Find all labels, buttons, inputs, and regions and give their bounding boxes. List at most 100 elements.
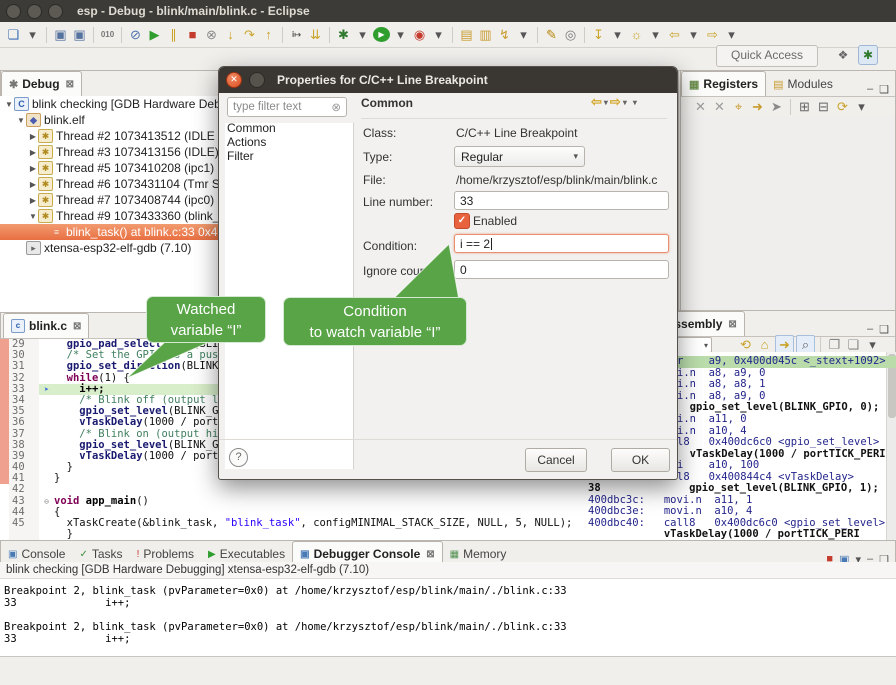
- dialog-nav-item-filter[interactable]: Filter: [227, 149, 351, 163]
- drop-to-frame-icon[interactable]: ⇊: [307, 26, 324, 44]
- run-icon[interactable]: ▶: [373, 27, 390, 42]
- back-icon[interactable]: ⇦: [666, 26, 683, 44]
- binary-file-icon[interactable]: 010: [99, 26, 116, 44]
- ok-button[interactable]: OK: [611, 448, 670, 472]
- last-edit-location-icon[interactable]: ↧: [590, 26, 607, 44]
- debug-icon[interactable]: ✱: [335, 26, 352, 44]
- skip-breakpoints-icon[interactable]: ⊘: [127, 26, 144, 44]
- tab-blink-c[interactable]: c blink.c ⊠: [3, 313, 89, 338]
- type-dropdown[interactable]: Regular ▾: [454, 146, 585, 167]
- dialog-nav-item-actions[interactable]: Actions: [227, 135, 351, 149]
- tab-registers[interactable]: ▦Registers: [681, 71, 766, 96]
- window-close-button[interactable]: [6, 4, 21, 19]
- clear-filter-icon[interactable]: ⊗: [331, 100, 341, 114]
- thr-icon: ✱: [38, 145, 53, 159]
- last-edit-dropdown-icon[interactable]: ▾: [609, 26, 626, 44]
- flash-dropdown-icon[interactable]: ▾: [515, 26, 532, 44]
- tab-modules[interactable]: ▤Modules: [766, 72, 840, 96]
- run-dropdown-icon[interactable]: ▾: [392, 26, 409, 44]
- lightbulb-icon[interactable]: ☼: [628, 26, 645, 44]
- chevron-down-icon[interactable]: ▾: [704, 341, 708, 350]
- toolbar-separator: [452, 27, 453, 43]
- view-menu-icon[interactable]: ▾: [633, 98, 637, 107]
- maximize-icon[interactable]: ❑: [879, 83, 889, 96]
- remove-all-icon[interactable]: ✕: [711, 98, 728, 116]
- lightbulb-dropdown-icon[interactable]: ▾: [647, 26, 664, 44]
- back-dropdown-icon[interactable]: ▾: [604, 98, 608, 107]
- close-icon[interactable]: ⊠: [66, 79, 74, 90]
- enabled-checkbox[interactable]: ✓: [454, 213, 470, 229]
- terminate-icon[interactable]: ■: [184, 26, 201, 44]
- minimize-icon[interactable]: –: [867, 83, 873, 96]
- goto-address-icon[interactable]: ➜: [749, 98, 766, 116]
- new-wizard-icon[interactable]: ❏: [5, 26, 22, 44]
- forward-dropdown-icon[interactable]: ▾: [623, 98, 627, 107]
- callout-text: Condition: [284, 301, 466, 322]
- select-pointer-icon[interactable]: ➤: [768, 98, 785, 116]
- step-into-icon[interactable]: ↓: [222, 26, 239, 44]
- view-menu-icon[interactable]: ▾: [853, 98, 870, 116]
- pin-editor-icon[interactable]: ◎: [562, 26, 579, 44]
- save-icon[interactable]: ▣: [52, 26, 69, 44]
- disassembly-scrollbar[interactable]: [886, 352, 896, 540]
- tree-expand-icon[interactable]: ▼: [16, 116, 26, 125]
- resume-icon[interactable]: ▶: [146, 26, 163, 44]
- debug-perspective-icon[interactable]: ✱: [858, 45, 878, 65]
- tree-expand-icon[interactable]: ▶: [28, 148, 38, 157]
- dialog-minimize-button[interactable]: [249, 72, 265, 88]
- open-folder-icon[interactable]: ▤: [458, 26, 475, 44]
- mark-occurrences-icon[interactable]: ✎: [543, 26, 560, 44]
- refresh-icon[interactable]: ⟳: [834, 98, 851, 116]
- dialog-filter-input[interactable]: type filter text ⊗: [227, 97, 347, 117]
- dialog-close-button[interactable]: ✕: [226, 72, 242, 88]
- close-icon[interactable]: ⊠: [728, 319, 736, 330]
- console-output[interactable]: Breakpoint 2, blink_task (pvParameter=0x…: [0, 578, 896, 663]
- open-perspective-icon[interactable]: ❖: [834, 46, 852, 64]
- dialog-nav-item-common[interactable]: Common: [227, 121, 351, 135]
- forward-icon[interactable]: ⇨: [704, 26, 721, 44]
- forward-icon[interactable]: ⇨: [610, 94, 621, 110]
- help-button[interactable]: ?: [229, 448, 248, 467]
- flash-icon[interactable]: ↯: [496, 26, 513, 44]
- disconnect-icon[interactable]: ⊗: [203, 26, 220, 44]
- add-watchpoint-icon[interactable]: ⌖: [730, 98, 747, 116]
- step-over-icon[interactable]: ↷: [241, 26, 258, 44]
- tab-label: Tasks: [92, 547, 123, 561]
- close-icon[interactable]: ⊠: [73, 321, 81, 332]
- remove-selected-icon[interactable]: ✕: [692, 98, 709, 116]
- back-dropdown-icon[interactable]: ▾: [685, 26, 702, 44]
- close-icon[interactable]: ⊠: [426, 549, 434, 560]
- step-return-icon[interactable]: ↑: [260, 26, 277, 44]
- expand-all-icon[interactable]: ⊞: [796, 98, 813, 116]
- tab-debug[interactable]: ✱ Debug ⊠: [1, 71, 82, 96]
- forward-dropdown-icon[interactable]: ▾: [723, 26, 740, 44]
- ignore-count-field[interactable]: 0: [454, 260, 669, 279]
- tree-expand-icon[interactable]: ▶: [28, 164, 38, 173]
- tree-expand-icon[interactable]: ▶: [28, 132, 38, 141]
- collapse-all-icon[interactable]: ⊟: [815, 98, 832, 116]
- cancel-button[interactable]: Cancel: [525, 448, 587, 472]
- debug-dropdown-icon[interactable]: ▾: [354, 26, 371, 44]
- window-maximize-button[interactable]: [48, 4, 63, 19]
- external-tools-dropdown-icon[interactable]: ▾: [430, 26, 447, 44]
- line-number: 36: [9, 417, 39, 428]
- tree-expand-icon[interactable]: ▼: [28, 212, 38, 221]
- external-tools-icon[interactable]: ◉: [411, 26, 428, 44]
- condition-field[interactable]: i == 2: [454, 234, 669, 253]
- window-minimize-button[interactable]: [27, 4, 42, 19]
- gutter-cell: [39, 417, 54, 428]
- tree-expand-icon[interactable]: ▶: [28, 180, 38, 189]
- fold-icon[interactable]: ⊖: [39, 496, 54, 507]
- import-folder-icon[interactable]: ▥: [477, 26, 494, 44]
- tree-expand-icon[interactable]: ▼: [4, 100, 14, 109]
- gutter-cell: [39, 473, 54, 484]
- tree-expand-icon[interactable]: ▶: [28, 196, 38, 205]
- save-all-icon[interactable]: ▣: [71, 26, 88, 44]
- new-wizard-dropdown-icon[interactable]: ▾: [24, 26, 41, 44]
- back-icon[interactable]: ⇦: [591, 94, 602, 110]
- quick-access-button[interactable]: Quick Access: [716, 45, 818, 67]
- breakpoint-icon[interactable]: ➤: [39, 384, 54, 395]
- line-number-field[interactable]: 33: [454, 191, 669, 210]
- instruction-stepping-icon[interactable]: i↦: [288, 26, 305, 44]
- suspend-icon[interactable]: ∥: [165, 26, 182, 44]
